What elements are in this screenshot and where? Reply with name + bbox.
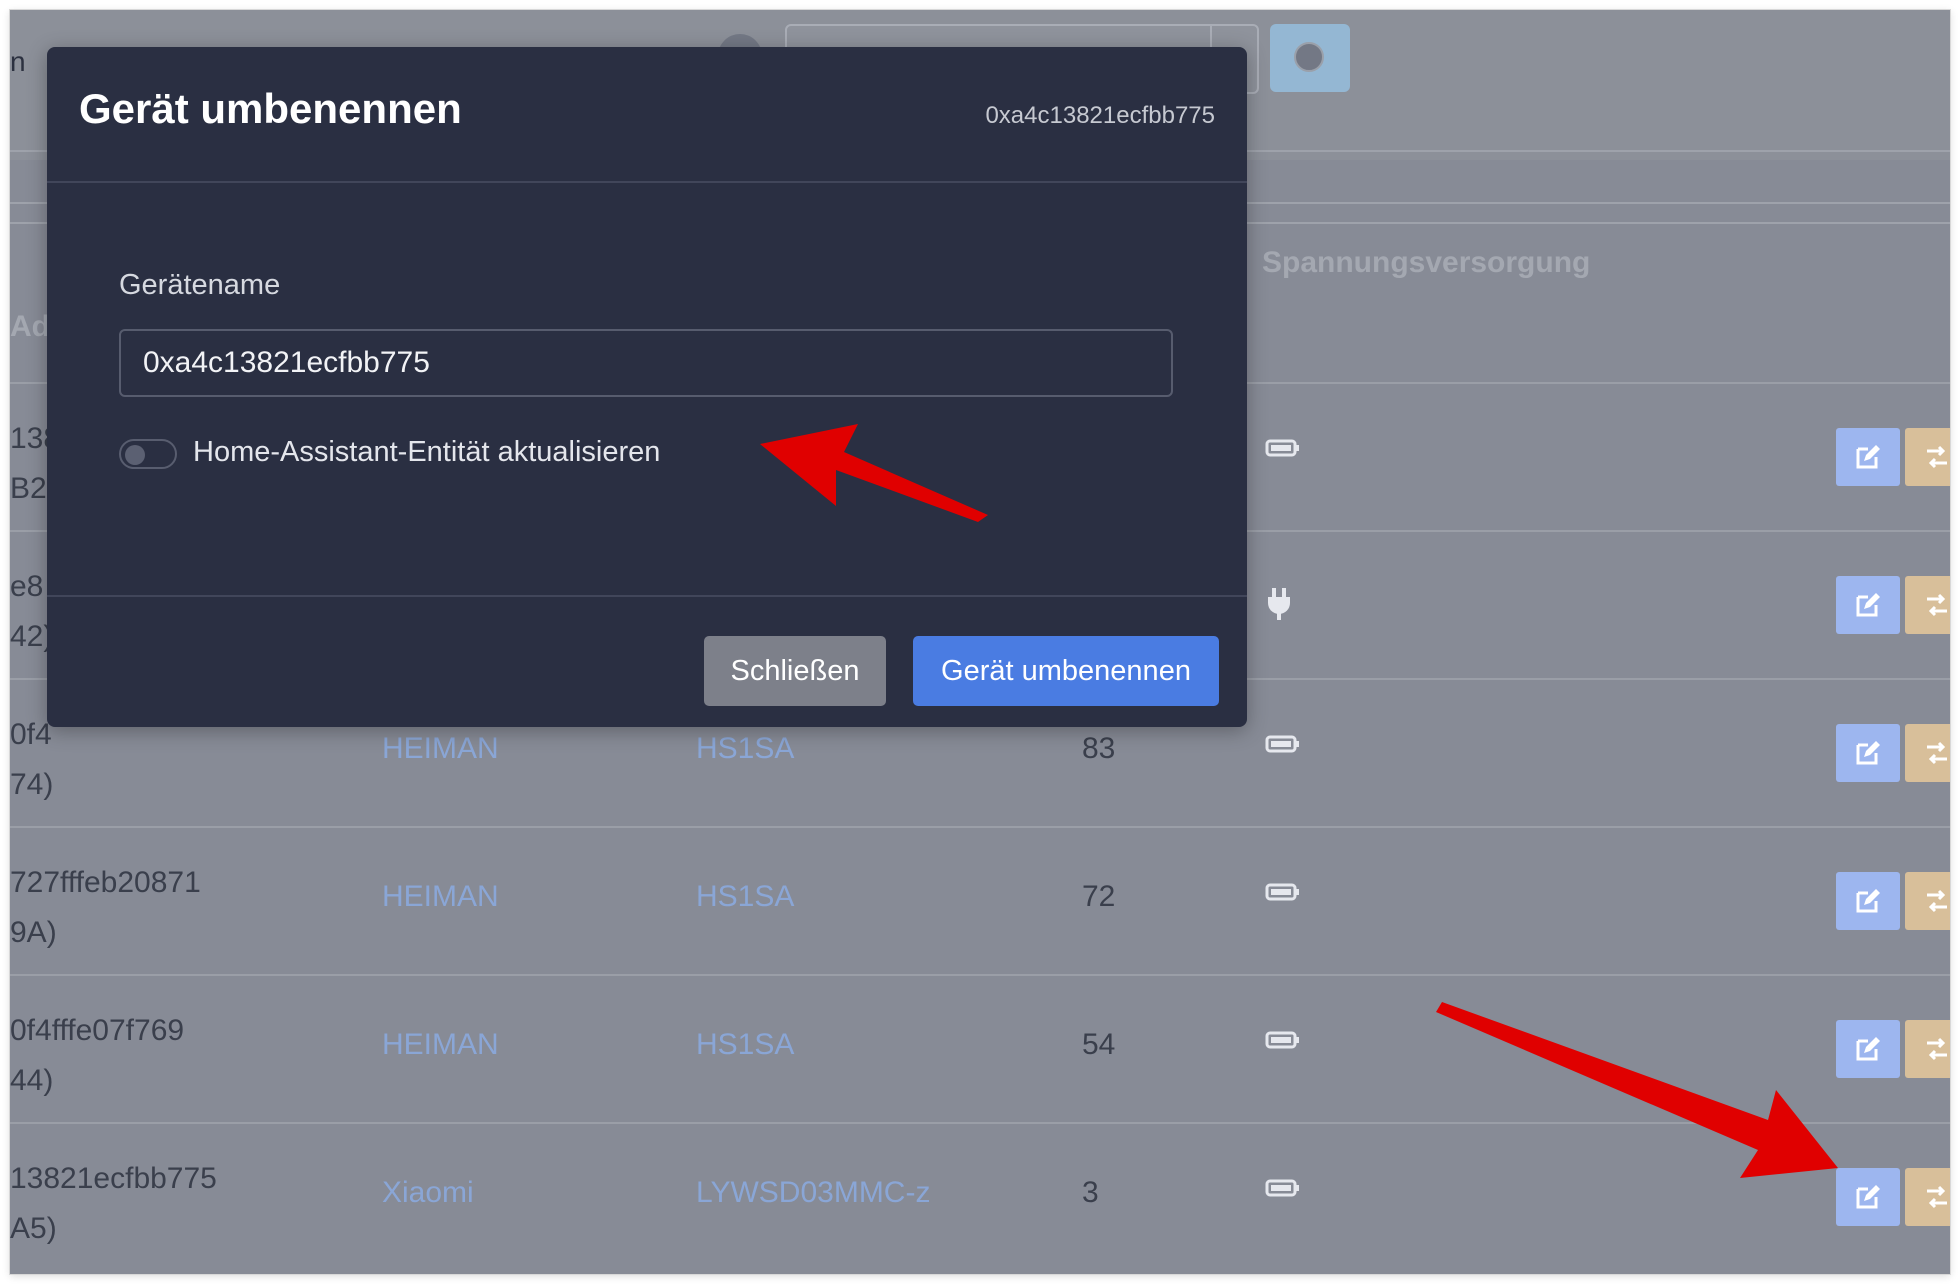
reconfigure-device-button[interactable] xyxy=(1905,428,1950,486)
rename-device-button[interactable] xyxy=(1836,1168,1900,1226)
device-value: 72 xyxy=(1082,880,1116,913)
reconfigure-device-button[interactable] xyxy=(1905,872,1950,930)
edit-icon xyxy=(1856,593,1880,617)
device-model-link[interactable]: HS1SA xyxy=(696,732,794,766)
table-row: 13821ecfbb775 A5) Xiaomi LYWSD03MMC-z 3 xyxy=(10,1122,1950,1272)
swap-icon xyxy=(1927,1037,1947,1061)
rename-button[interactable]: Gerät umbenennen xyxy=(913,636,1219,706)
device-address: 727fffeb20871 9A) xyxy=(10,866,201,949)
edit-icon xyxy=(1856,741,1880,765)
power-source xyxy=(1265,882,1305,922)
rename-dialog: Gerät umbenennen 0xa4c13821ecfbb775 Gerä… xyxy=(47,47,1247,727)
swap-icon xyxy=(1927,1185,1947,1209)
circle-icon xyxy=(1294,42,1324,72)
battery-icon xyxy=(1265,1031,1299,1049)
device-model-link[interactable]: HS1SA xyxy=(696,1028,794,1062)
rename-device-button[interactable] xyxy=(1836,872,1900,930)
ha-entity-toggle-label[interactable]: Home-Assistant-Entität aktualisieren xyxy=(193,436,660,469)
device-model-link[interactable]: LYWSD03MMC-z xyxy=(696,1176,930,1210)
device-name-label: Gerätename xyxy=(119,269,281,301)
rename-device-button[interactable] xyxy=(1836,576,1900,634)
power-source xyxy=(1265,1178,1305,1218)
swap-icon xyxy=(1927,445,1947,469)
dialog-header-divider xyxy=(47,181,1247,183)
device-vendor-link[interactable]: HEIMAN xyxy=(382,1028,499,1062)
edit-icon xyxy=(1856,445,1880,469)
device-address: 0f4fffe07f769 44) xyxy=(10,1014,185,1097)
dialog-device-id: 0xa4c13821ecfbb775 xyxy=(985,102,1215,129)
device-address: 0f4 74) xyxy=(10,718,54,801)
dialog-footer-divider xyxy=(47,595,1247,597)
device-vendor-link[interactable]: Xiaomi xyxy=(382,1176,474,1210)
device-value: 3 xyxy=(1082,1176,1099,1209)
app-window: n Ado Spannungsversorgung 138 B2) e8 42) 0… xyxy=(10,10,1950,1274)
table-row: 727fffeb20871 9A) HEIMAN HS1SA 72 xyxy=(10,826,1950,976)
swap-icon xyxy=(1927,889,1947,913)
power-source xyxy=(1265,1030,1305,1070)
device-vendor-link[interactable]: HEIMAN xyxy=(382,732,499,766)
swap-icon xyxy=(1927,593,1947,617)
toolbar-button[interactable] xyxy=(1270,24,1350,92)
toggle-knob xyxy=(125,445,145,465)
close-button[interactable]: Schließen xyxy=(704,636,886,706)
edit-icon xyxy=(1856,889,1880,913)
column-header-power[interactable]: Spannungsversorgung xyxy=(1262,246,1590,280)
reconfigure-device-button[interactable] xyxy=(1905,1168,1950,1226)
device-name-input[interactable] xyxy=(119,329,1173,397)
swap-icon xyxy=(1927,741,1947,765)
table-row: 0f4fffe07f769 44) HEIMAN HS1SA 54 xyxy=(10,974,1950,1124)
rename-device-button[interactable] xyxy=(1836,724,1900,782)
battery-icon xyxy=(1265,1179,1299,1197)
device-model-link[interactable]: HS1SA xyxy=(696,880,794,914)
power-source xyxy=(1265,734,1305,774)
battery-icon xyxy=(1265,883,1299,901)
power-source xyxy=(1265,586,1305,626)
plug-icon xyxy=(1268,588,1290,620)
ha-entity-toggle[interactable] xyxy=(119,439,177,469)
device-address: 13821ecfbb775 A5) xyxy=(10,1162,217,1245)
edit-icon xyxy=(1856,1185,1880,1209)
battery-icon xyxy=(1265,439,1299,457)
reconfigure-device-button[interactable] xyxy=(1905,576,1950,634)
toolbar-text: n xyxy=(10,46,26,77)
edit-icon xyxy=(1856,1037,1880,1061)
reconfigure-device-button[interactable] xyxy=(1905,724,1950,782)
device-vendor-link[interactable]: HEIMAN xyxy=(382,880,499,914)
power-source xyxy=(1265,438,1305,478)
device-value: 54 xyxy=(1082,1028,1116,1061)
battery-icon xyxy=(1265,735,1299,753)
device-value: 83 xyxy=(1082,732,1116,765)
reconfigure-device-button[interactable] xyxy=(1905,1020,1950,1078)
dialog-title: Gerät umbenennen xyxy=(79,85,462,132)
rename-device-button[interactable] xyxy=(1836,428,1900,486)
rename-device-button[interactable] xyxy=(1836,1020,1900,1078)
